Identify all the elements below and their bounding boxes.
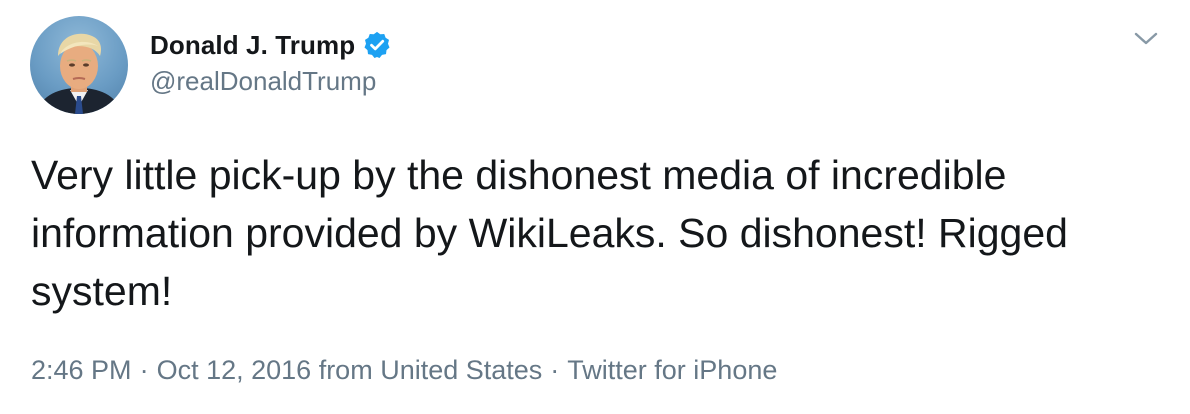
meta-separator: · [550,355,560,385]
verified-badge-icon [362,30,392,60]
tweet-meta: 2:46 PM · Oct 12, 2016 from United States ·… [31,355,777,386]
tweet-time[interactable]: 2:46 PM [31,355,132,385]
tweet-date[interactable]: Oct 12, 2016 [157,355,312,385]
tweet-header: Donald J. Trump @realDonaldTrump [150,26,392,97]
avatar[interactable] [30,16,128,114]
chevron-down-icon [1134,32,1158,45]
meta-separator: · [139,355,149,385]
profile-photo-icon [35,33,123,114]
tweet-menu-button[interactable] [1132,28,1160,50]
tweet-location: from United States [318,355,543,385]
handle[interactable]: @realDonaldTrump [150,66,392,97]
tweet-text: Very little pick-up by the dishonest med… [31,152,1080,314]
display-name[interactable]: Donald J. Trump [150,30,355,61]
tweet-card: Donald J. Trump @realDonaldTrump Very li… [0,0,1190,414]
name-row: Donald J. Trump [150,26,392,64]
tweet-source[interactable]: Twitter for iPhone [567,355,777,385]
